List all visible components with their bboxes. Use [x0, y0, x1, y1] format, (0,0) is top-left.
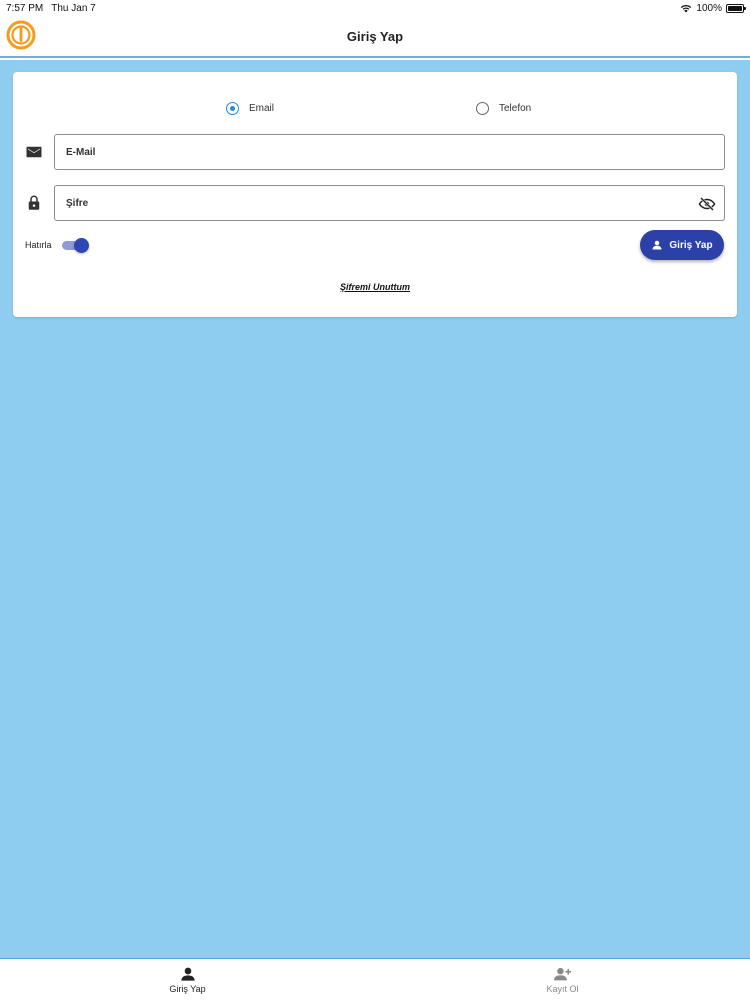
lock-icon: [28, 195, 40, 210]
mail-icon: [26, 146, 42, 158]
email-field[interactable]: [55, 135, 655, 169]
radio-email-circle[interactable]: [226, 102, 239, 115]
login-button[interactable]: Giriş Yap: [640, 230, 724, 260]
status-right: 100%: [680, 2, 746, 14]
person-icon: [652, 240, 662, 250]
radio-phone[interactable]: Telefon: [476, 102, 531, 115]
password-field[interactable]: [55, 186, 655, 220]
remember-toggle-knob[interactable]: [73, 238, 89, 253]
forgot-password-link[interactable]: Şifremi Unuttum: [13, 282, 737, 292]
login-card: Email Telefon E-Mail Hatırla Giriş Yap Ş…: [13, 72, 737, 317]
person-icon: [180, 967, 195, 981]
radio-phone-circle[interactable]: [476, 102, 489, 115]
remember-label: Hatırla: [25, 240, 52, 250]
tab-login[interactable]: Giriş Yap: [0, 959, 375, 1000]
password-row: [13, 185, 737, 221]
battery-icon: [726, 3, 746, 13]
tab-register-label: Kayıt Ol: [546, 983, 579, 994]
status-bar: 7:57 PM Thu Jan 7 100%: [0, 0, 750, 16]
email-field-box[interactable]: [54, 134, 725, 170]
tab-register[interactable]: Kayıt Ol: [375, 959, 750, 1000]
radio-email[interactable]: Email: [226, 102, 274, 115]
battery-percent: 100%: [696, 2, 722, 14]
person-add-icon: [553, 967, 571, 980]
app-logo-icon: [6, 20, 36, 50]
remember-me: Hatırla: [25, 237, 89, 253]
login-button-label: Giriş Yap: [669, 239, 713, 251]
tab-login-label: Giriş Yap: [169, 983, 206, 994]
radio-email-label: Email: [249, 103, 275, 114]
remember-toggle[interactable]: [61, 237, 89, 253]
bottom-tab-bar: Giriş Yap Kayıt Ol: [0, 958, 750, 1000]
radio-phone-label: Telefon: [499, 103, 532, 114]
status-date: Thu Jan 7: [51, 2, 96, 14]
app-header: Giriş Yap: [0, 16, 750, 58]
status-time: 7:57 PM: [6, 2, 44, 14]
login-method-selector: Email Telefon: [13, 102, 737, 120]
email-row: [13, 134, 737, 170]
page-title: Giriş Yap: [346, 28, 404, 44]
password-field-box[interactable]: [54, 185, 725, 221]
main-content: Email Telefon E-Mail Hatırla Giriş Yap Ş…: [0, 60, 750, 958]
wifi-icon: [681, 4, 692, 12]
eye-off-icon[interactable]: [698, 195, 716, 213]
